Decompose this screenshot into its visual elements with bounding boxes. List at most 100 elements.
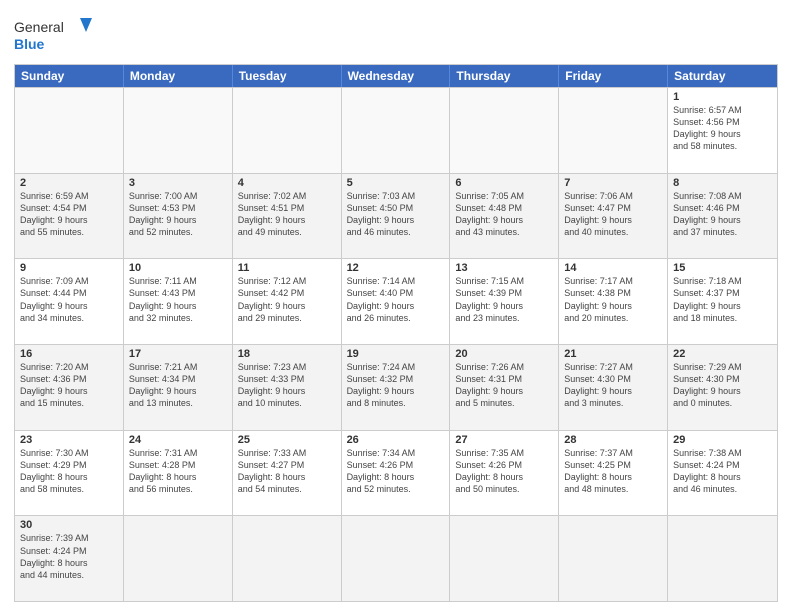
day-info: Sunrise: 7:11 AM Sunset: 4:43 PM Dayligh…: [129, 275, 227, 324]
day-number: 7: [564, 177, 662, 189]
calendar-day-cell: 1Sunrise: 6:57 AM Sunset: 4:56 PM Daylig…: [668, 88, 777, 173]
day-number: 13: [455, 262, 553, 274]
generalblue-logo-icon: General Blue: [14, 14, 94, 58]
calendar-week-row: 16Sunrise: 7:20 AM Sunset: 4:36 PM Dayli…: [15, 344, 777, 430]
calendar-week-row: 1Sunrise: 6:57 AM Sunset: 4:56 PM Daylig…: [15, 87, 777, 173]
calendar-day-cell: 2Sunrise: 6:59 AM Sunset: 4:54 PM Daylig…: [15, 174, 124, 259]
day-info: Sunrise: 7:03 AM Sunset: 4:50 PM Dayligh…: [347, 190, 445, 239]
calendar-header-cell: Wednesday: [342, 65, 451, 87]
day-number: 30: [20, 519, 118, 531]
calendar-day-cell: 7Sunrise: 7:06 AM Sunset: 4:47 PM Daylig…: [559, 174, 668, 259]
day-info: Sunrise: 7:21 AM Sunset: 4:34 PM Dayligh…: [129, 361, 227, 410]
day-number: 28: [564, 434, 662, 446]
day-info: Sunrise: 7:15 AM Sunset: 4:39 PM Dayligh…: [455, 275, 553, 324]
day-number: 17: [129, 348, 227, 360]
day-number: 22: [673, 348, 772, 360]
day-info: Sunrise: 7:35 AM Sunset: 4:26 PM Dayligh…: [455, 447, 553, 496]
day-number: 8: [673, 177, 772, 189]
calendar-header-cell: Saturday: [668, 65, 777, 87]
calendar-day-cell: [124, 516, 233, 601]
calendar-day-cell: 24Sunrise: 7:31 AM Sunset: 4:28 PM Dayli…: [124, 431, 233, 516]
day-number: 15: [673, 262, 772, 274]
day-info: Sunrise: 7:09 AM Sunset: 4:44 PM Dayligh…: [20, 275, 118, 324]
day-info: Sunrise: 7:31 AM Sunset: 4:28 PM Dayligh…: [129, 447, 227, 496]
day-number: 23: [20, 434, 118, 446]
calendar-header-cell: Friday: [559, 65, 668, 87]
calendar-week-row: 23Sunrise: 7:30 AM Sunset: 4:29 PM Dayli…: [15, 430, 777, 516]
day-number: 6: [455, 177, 553, 189]
calendar-day-cell: 27Sunrise: 7:35 AM Sunset: 4:26 PM Dayli…: [450, 431, 559, 516]
day-number: 21: [564, 348, 662, 360]
day-info: Sunrise: 7:34 AM Sunset: 4:26 PM Dayligh…: [347, 447, 445, 496]
day-info: Sunrise: 7:00 AM Sunset: 4:53 PM Dayligh…: [129, 190, 227, 239]
day-number: 29: [673, 434, 772, 446]
calendar-day-cell: 26Sunrise: 7:34 AM Sunset: 4:26 PM Dayli…: [342, 431, 451, 516]
day-info: Sunrise: 7:12 AM Sunset: 4:42 PM Dayligh…: [238, 275, 336, 324]
day-number: 9: [20, 262, 118, 274]
day-info: Sunrise: 6:59 AM Sunset: 4:54 PM Dayligh…: [20, 190, 118, 239]
calendar-day-cell: [124, 88, 233, 173]
calendar-header-cell: Tuesday: [233, 65, 342, 87]
calendar-header-cell: Sunday: [15, 65, 124, 87]
calendar-day-cell: [450, 516, 559, 601]
calendar-week-row: 9Sunrise: 7:09 AM Sunset: 4:44 PM Daylig…: [15, 258, 777, 344]
day-info: Sunrise: 7:18 AM Sunset: 4:37 PM Dayligh…: [673, 275, 772, 324]
calendar-body: 1Sunrise: 6:57 AM Sunset: 4:56 PM Daylig…: [15, 87, 777, 601]
calendar-day-cell: 9Sunrise: 7:09 AM Sunset: 4:44 PM Daylig…: [15, 259, 124, 344]
calendar-header-cell: Monday: [124, 65, 233, 87]
calendar-day-cell: 4Sunrise: 7:02 AM Sunset: 4:51 PM Daylig…: [233, 174, 342, 259]
day-number: 10: [129, 262, 227, 274]
calendar-day-cell: 3Sunrise: 7:00 AM Sunset: 4:53 PM Daylig…: [124, 174, 233, 259]
calendar-day-cell: 22Sunrise: 7:29 AM Sunset: 4:30 PM Dayli…: [668, 345, 777, 430]
calendar-day-cell: 10Sunrise: 7:11 AM Sunset: 4:43 PM Dayli…: [124, 259, 233, 344]
calendar-day-cell: 15Sunrise: 7:18 AM Sunset: 4:37 PM Dayli…: [668, 259, 777, 344]
calendar-day-cell: [450, 88, 559, 173]
day-number: 12: [347, 262, 445, 274]
calendar-day-cell: 29Sunrise: 7:38 AM Sunset: 4:24 PM Dayli…: [668, 431, 777, 516]
day-number: 26: [347, 434, 445, 446]
calendar-day-cell: 6Sunrise: 7:05 AM Sunset: 4:48 PM Daylig…: [450, 174, 559, 259]
day-info: Sunrise: 7:29 AM Sunset: 4:30 PM Dayligh…: [673, 361, 772, 410]
calendar-day-cell: 18Sunrise: 7:23 AM Sunset: 4:33 PM Dayli…: [233, 345, 342, 430]
day-number: 19: [347, 348, 445, 360]
page: General Blue SundayMondayTuesdayWednesda…: [0, 0, 792, 612]
day-number: 5: [347, 177, 445, 189]
calendar-day-cell: 30Sunrise: 7:39 AM Sunset: 4:24 PM Dayli…: [15, 516, 124, 601]
day-number: 1: [673, 91, 772, 103]
day-info: Sunrise: 7:30 AM Sunset: 4:29 PM Dayligh…: [20, 447, 118, 496]
logo: General Blue: [14, 14, 94, 58]
day-number: 11: [238, 262, 336, 274]
day-number: 4: [238, 177, 336, 189]
day-info: Sunrise: 7:06 AM Sunset: 4:47 PM Dayligh…: [564, 190, 662, 239]
day-number: 3: [129, 177, 227, 189]
day-info: Sunrise: 7:37 AM Sunset: 4:25 PM Dayligh…: [564, 447, 662, 496]
day-info: Sunrise: 7:17 AM Sunset: 4:38 PM Dayligh…: [564, 275, 662, 324]
day-info: Sunrise: 7:27 AM Sunset: 4:30 PM Dayligh…: [564, 361, 662, 410]
calendar-header-row: SundayMondayTuesdayWednesdayThursdayFrid…: [15, 65, 777, 87]
day-number: 14: [564, 262, 662, 274]
day-info: Sunrise: 7:23 AM Sunset: 4:33 PM Dayligh…: [238, 361, 336, 410]
calendar-day-cell: [559, 516, 668, 601]
day-number: 20: [455, 348, 553, 360]
day-info: Sunrise: 7:26 AM Sunset: 4:31 PM Dayligh…: [455, 361, 553, 410]
calendar-day-cell: [15, 88, 124, 173]
day-info: Sunrise: 7:20 AM Sunset: 4:36 PM Dayligh…: [20, 361, 118, 410]
day-info: Sunrise: 7:24 AM Sunset: 4:32 PM Dayligh…: [347, 361, 445, 410]
day-number: 25: [238, 434, 336, 446]
day-info: Sunrise: 7:39 AM Sunset: 4:24 PM Dayligh…: [20, 532, 118, 581]
calendar-day-cell: [559, 88, 668, 173]
day-number: 2: [20, 177, 118, 189]
calendar-day-cell: 12Sunrise: 7:14 AM Sunset: 4:40 PM Dayli…: [342, 259, 451, 344]
day-info: Sunrise: 7:05 AM Sunset: 4:48 PM Dayligh…: [455, 190, 553, 239]
calendar-day-cell: 17Sunrise: 7:21 AM Sunset: 4:34 PM Dayli…: [124, 345, 233, 430]
calendar-day-cell: [233, 88, 342, 173]
calendar-day-cell: 25Sunrise: 7:33 AM Sunset: 4:27 PM Dayli…: [233, 431, 342, 516]
calendar-day-cell: 8Sunrise: 7:08 AM Sunset: 4:46 PM Daylig…: [668, 174, 777, 259]
day-number: 16: [20, 348, 118, 360]
day-info: Sunrise: 7:33 AM Sunset: 4:27 PM Dayligh…: [238, 447, 336, 496]
calendar-day-cell: 19Sunrise: 7:24 AM Sunset: 4:32 PM Dayli…: [342, 345, 451, 430]
header: General Blue: [14, 10, 778, 58]
svg-text:General: General: [14, 19, 64, 35]
calendar-day-cell: [668, 516, 777, 601]
svg-text:Blue: Blue: [14, 36, 45, 52]
